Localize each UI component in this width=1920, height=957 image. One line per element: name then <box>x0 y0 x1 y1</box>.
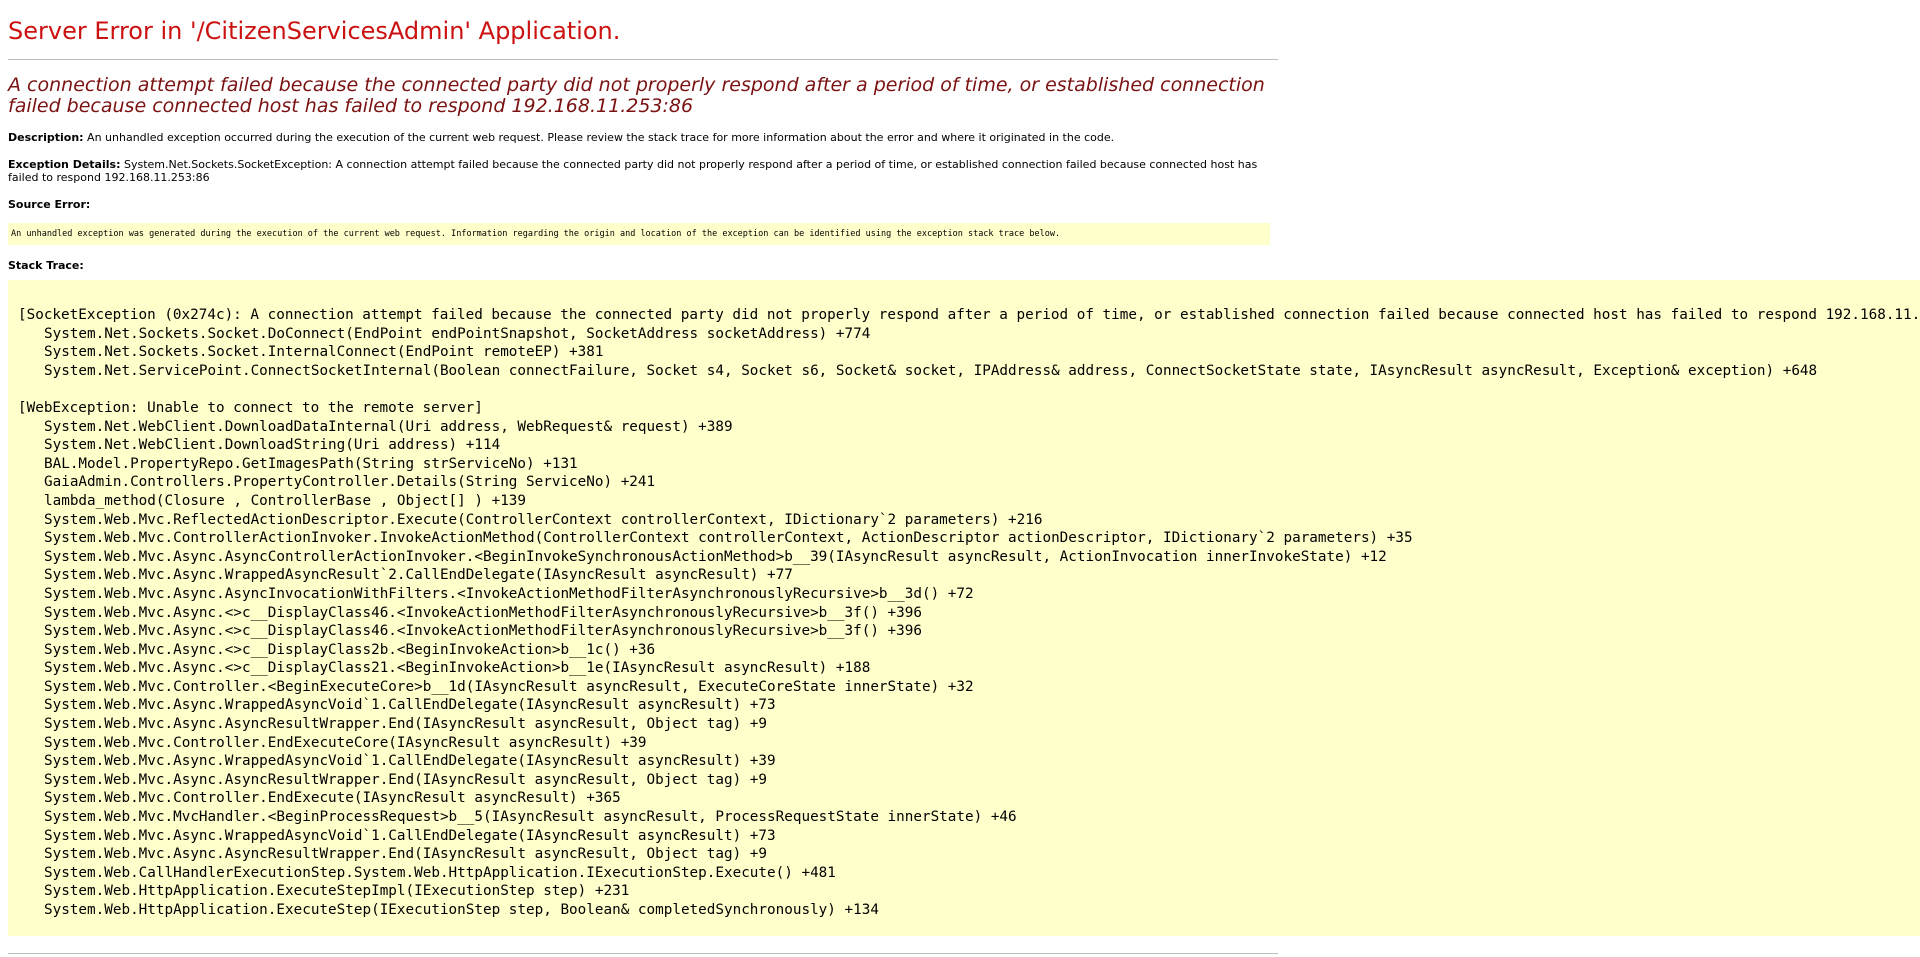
exception-details-section: Exception Details: System.Net.Sockets.So… <box>8 158 1270 184</box>
source-error-section: Source Error: <box>8 198 1270 211</box>
stack-trace-frame: System.Web.HttpApplication.ExecuteStep(I… <box>44 902 879 918</box>
stack-trace-frame: System.Web.Mvc.Async.<>c__DisplayClass21… <box>44 660 871 677</box>
source-error-box[interactable]: An unhandled exception was generated dur… <box>8 223 1270 245</box>
stack-trace-frame: System.Web.HttpApplication.ExecuteStepIm… <box>44 883 630 900</box>
stack-trace-frame: System.Web.Mvc.Async.AsyncResultWrapper.… <box>44 846 768 863</box>
stack-trace-frame: System.Web.Mvc.Async.AsyncResultWrapper.… <box>44 771 768 788</box>
stack-trace-frame: System.Web.Mvc.ControllerActionInvoker.I… <box>44 530 1413 547</box>
bottom-divider <box>8 953 1278 954</box>
stack-trace-frame: System.Web.Mvc.Async.WrappedAsyncResult`… <box>44 567 793 584</box>
description-text: An unhandled exception occurred during t… <box>83 131 1115 144</box>
stack-trace-label: Stack Trace: <box>8 259 84 272</box>
stack-trace-frame: System.Web.Mvc.Controller.EndExecuteCore… <box>44 734 647 751</box>
stack-trace-frame: System.Web.CallHandlerExecutionStep.Syst… <box>44 864 836 881</box>
description-section: Description: An unhandled exception occu… <box>8 131 1270 144</box>
stack-trace-exception-header: [WebException: Unable to connect to the … <box>18 399 483 416</box>
stack-trace-frame: System.Web.Mvc.Async.AsyncResultWrapper.… <box>44 716 768 733</box>
exception-details-text: System.Net.Sockets.SocketException: A co… <box>8 158 1258 184</box>
source-error-text: An unhandled exception was generated dur… <box>11 229 1061 239</box>
source-error-label: Source Error: <box>8 198 91 211</box>
stack-trace-frame: System.Web.Mvc.Controller.<BeginExecuteC… <box>44 678 974 695</box>
stack-trace-frame: System.Web.Mvc.Async.<>c__DisplayClass46… <box>44 604 922 621</box>
stack-trace-frame: System.Web.Mvc.MvcHandler.<BeginProcessR… <box>44 809 1017 826</box>
stack-trace-box[interactable]: [SocketException (0x274c): A connection … <box>8 280 1920 936</box>
stack-trace-frame: System.Web.Mvc.Controller.EndExecute(IAs… <box>44 790 621 807</box>
stack-trace-frame: System.Web.Mvc.Async.AsyncInvocationWith… <box>44 585 974 602</box>
stack-trace-frame: System.Net.WebClient.DownloadDataInterna… <box>44 418 733 435</box>
stack-trace-frame: System.Web.Mvc.Async.<>c__DisplayClass46… <box>44 623 922 640</box>
stack-trace-frame: System.Web.Mvc.Async.WrappedAsyncVoid`1.… <box>44 827 776 844</box>
stack-trace-frame: System.Net.WebClient.DownloadString(Uri … <box>44 437 501 454</box>
stack-trace-frame: System.Net.ServicePoint.ConnectSocketInt… <box>44 362 1818 379</box>
title-divider <box>8 59 1278 60</box>
stack-trace-frame: System.Net.Sockets.Socket.DoConnect(EndP… <box>44 325 871 342</box>
stack-trace-frame: System.Web.Mvc.Async.AsyncControllerActi… <box>44 548 1387 565</box>
error-message: A connection attempt failed because the … <box>8 74 1265 117</box>
stack-trace-section: Stack Trace: <box>8 259 1270 272</box>
stack-trace-frame: GaiaAdmin.Controllers.PropertyController… <box>44 474 656 491</box>
stack-trace-frame: System.Web.Mvc.Async.WrappedAsyncVoid`1.… <box>44 753 776 770</box>
exception-details-label: Exception Details: <box>8 158 121 171</box>
stack-trace-frame: BAL.Model.PropertyRepo.GetImagesPath(Str… <box>44 455 578 472</box>
stack-trace-content: [SocketException (0x274c): A connection … <box>8 280 1920 920</box>
stack-trace-frame: System.Web.Mvc.Async.<>c__DisplayClass2b… <box>44 641 656 658</box>
stack-trace-frame: lambda_method(Closure , ControllerBase ,… <box>44 492 527 509</box>
stack-trace-frame: System.Web.Mvc.ReflectedActionDescriptor… <box>44 511 1043 528</box>
stack-trace-gap <box>18 380 1920 399</box>
stack-trace-exception-header: [SocketException (0x274c): A connection … <box>18 307 1920 323</box>
page-title: Server Error in '/CitizenServicesAdmin' … <box>8 17 621 45</box>
stack-trace-frame: System.Net.Sockets.Socket.InternalConnec… <box>44 344 604 361</box>
stack-trace-frame: System.Web.Mvc.Async.WrappedAsyncVoid`1.… <box>44 697 776 714</box>
description-label: Description: <box>8 131 84 144</box>
